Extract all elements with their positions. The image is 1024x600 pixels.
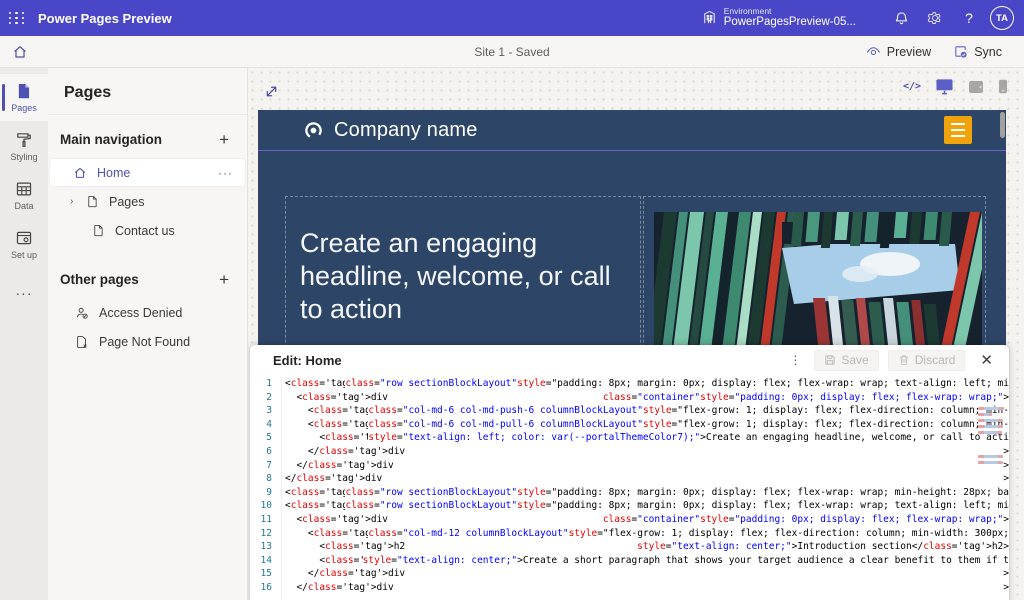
panel-more-icon[interactable]: ⋮ <box>785 353 805 367</box>
sync-icon <box>953 44 968 59</box>
hero-headline[interactable]: Create an engaging headline, welcome, or… <box>300 227 626 326</box>
code-line[interactable]: 10<class='tag'>div class="row sectionBlo… <box>250 499 1009 513</box>
site-header[interactable]: Company name <box>258 110 1006 151</box>
company-name: Company name <box>334 119 478 142</box>
preview-button[interactable]: Preview <box>858 40 939 63</box>
setup-icon <box>15 229 33 247</box>
other-pages-title: Other pages <box>60 272 139 287</box>
rail-more-button[interactable]: ··· <box>0 278 48 308</box>
access-denied-label: Access Denied <box>99 306 182 320</box>
close-panel-icon[interactable]: ✕ <box>974 351 997 369</box>
settings-gear-icon[interactable] <box>918 0 952 36</box>
command-bar: Site 1 - Saved Preview Sync <box>0 36 1024 68</box>
pages-label: Pages <box>109 195 144 209</box>
code-line[interactable]: 14 <class='tag'>p style="text-align: cen… <box>250 554 1009 568</box>
trash-icon <box>898 354 910 366</box>
page-error-icon <box>74 335 90 349</box>
sidebar-title: Pages <box>48 68 247 115</box>
site-brand: Company name <box>258 119 478 142</box>
edit-panel-header: Edit: Home ⋮ Save Discard ✕ <box>250 345 1009 373</box>
account-avatar[interactable]: TA <box>990 6 1014 30</box>
code-line[interactable]: 11 <class='tag'>div class="container" st… <box>250 513 1009 527</box>
hamburger-menu-button[interactable] <box>944 116 972 144</box>
home-page-icon <box>72 166 88 180</box>
code-line[interactable]: 6 </class='tag'>div> <box>250 445 1009 459</box>
company-logo-icon <box>304 121 323 140</box>
main-navigation-header: Main navigation + <box>48 115 247 158</box>
mobile-view-icon[interactable] <box>998 79 1008 94</box>
code-line[interactable]: 12 <class='tag'>div class="col-md-12 col… <box>250 527 1009 541</box>
page-icon <box>90 224 106 237</box>
pages-icon <box>15 82 33 100</box>
other-pages-header: Other pages + <box>48 255 247 298</box>
notifications-bell-icon[interactable] <box>884 0 918 36</box>
sidebar-item-contact-us[interactable]: Contact us <box>50 217 245 244</box>
data-table-icon <box>15 180 33 198</box>
chevron-right-icon[interactable]: › <box>70 196 84 207</box>
eye-icon <box>866 44 881 59</box>
page-icon <box>84 195 100 208</box>
home-button[interactable] <box>0 36 40 68</box>
rail-item-setup[interactable]: Set up <box>0 221 48 268</box>
code-line[interactable]: 15 </class='tag'>div> <box>250 567 1009 581</box>
code-view-icon[interactable]: </> <box>903 81 921 92</box>
code-line[interactable]: 5 <class='tag'>h1 style="text-align: lef… <box>250 431 1009 445</box>
sidebar-item-pages[interactable]: › Pages <box>50 188 245 215</box>
rail-item-pages[interactable]: Pages <box>0 74 48 121</box>
person-blocked-icon <box>74 306 90 320</box>
edit-panel-title: Edit: Home <box>273 353 342 368</box>
code-line[interactable]: 16 </class='tag'>div> <box>250 581 1009 595</box>
left-rail: Pages Styling Data Set up ··· <box>0 68 48 600</box>
code-line[interactable]: 8</class='tag'>div> <box>250 472 1009 486</box>
sync-button[interactable]: Sync <box>945 40 1010 63</box>
app-top-bar: Power Pages Preview Environment PowerPag… <box>0 0 1024 36</box>
home-more-button[interactable]: ··· <box>218 166 233 180</box>
desktop-view-icon[interactable] <box>935 78 954 95</box>
discard-button[interactable]: Discard <box>888 350 966 371</box>
rail-item-styling[interactable]: Styling <box>0 123 48 170</box>
preview-label: Preview <box>887 45 931 59</box>
add-page-button[interactable]: + <box>215 129 233 150</box>
rail-item-data[interactable]: Data <box>0 172 48 219</box>
code-line[interactable]: 13 <class='tag'>h2 style="text-align: ce… <box>250 540 1009 554</box>
environment-name: PowerPagesPreview-05... <box>724 16 856 29</box>
home-label: Home <box>97 166 130 180</box>
save-button[interactable]: Save <box>814 350 878 371</box>
sidebar-item-page-not-found[interactable]: Page Not Found <box>50 328 245 355</box>
code-line[interactable]: 4 <class='tag'>div class="col-md-6 col-m… <box>250 418 1009 432</box>
sidebar-item-access-denied[interactable]: Access Denied <box>50 299 245 326</box>
environment-label: Environment <box>724 7 856 17</box>
code-line[interactable]: 3 <class='tag'>div class="col-md-6 col-m… <box>250 404 1009 418</box>
help-icon[interactable]: ? <box>952 0 986 36</box>
sidebar-item-home[interactable]: Home ··· <box>50 159 245 186</box>
environment-picker[interactable]: Environment PowerPagesPreview-05... <box>702 7 856 30</box>
edit-code-panel: Edit: Home ⋮ Save Discard ✕ 1<class=' <box>250 345 1009 600</box>
device-preview-toolbar: </> <box>903 78 1008 95</box>
expand-canvas-icon[interactable] <box>260 80 282 102</box>
code-line[interactable]: 7 </class='tag'>div> <box>250 459 1009 473</box>
pages-sidebar: Pages Main navigation + Home ··· › Pages… <box>48 68 248 600</box>
editor-minimap[interactable] <box>978 407 1004 467</box>
waffle-menu-icon[interactable] <box>0 0 34 36</box>
design-canvas: </> Company name <box>248 68 1024 600</box>
tablet-view-icon[interactable] <box>968 80 984 94</box>
contact-us-label: Contact us <box>115 224 175 238</box>
code-line[interactable]: 2 <class='tag'>div class="container" sty… <box>250 391 1009 405</box>
sync-label: Sync <box>974 45 1002 59</box>
styling-icon <box>15 131 33 149</box>
code-editor[interactable]: 1<class='tag'>div class="row sectionBloc… <box>250 377 1009 600</box>
code-line[interactable]: 1<class='tag'>div class="row sectionBloc… <box>250 377 1009 391</box>
code-line[interactable]: 9<class='tag'>div class="row sectionBloc… <box>250 486 1009 500</box>
add-other-page-button[interactable]: + <box>215 269 233 290</box>
main-navigation-title: Main navigation <box>60 132 162 147</box>
page-not-found-label: Page Not Found <box>99 335 190 349</box>
environment-icon <box>702 10 717 25</box>
app-title: Power Pages Preview <box>38 11 172 26</box>
save-icon <box>824 354 836 366</box>
